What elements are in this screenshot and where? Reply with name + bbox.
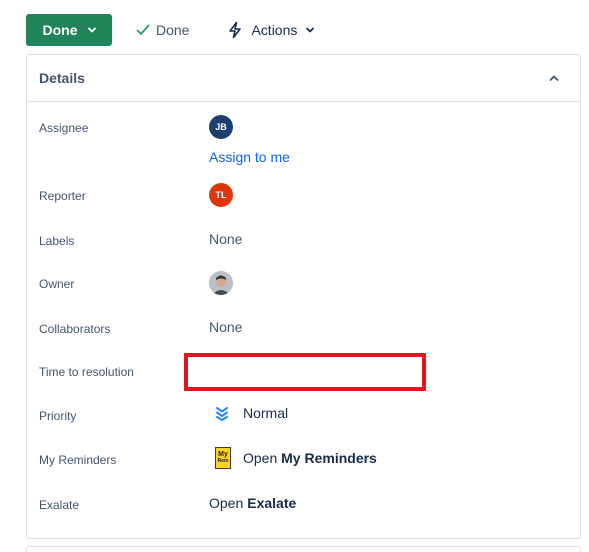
owner-value[interactable] [209,271,233,295]
checkmark-icon [136,24,150,35]
next-panel [26,546,581,552]
my-reminders-name: My Reminders [281,450,377,466]
collaborators-value[interactable]: None [209,319,242,335]
priority-value[interactable]: Normal [215,405,288,421]
done-transition-button[interactable]: Done [136,14,189,46]
field-label: My Reminders [39,453,117,467]
open-prefix: Open [209,495,244,511]
details-title: Details [39,70,85,86]
avatar[interactable] [209,271,233,295]
chevron-up-icon[interactable] [548,72,560,84]
field-label: Owner [39,277,75,291]
field-label: Collaborators [39,322,111,336]
chevron-down-icon [87,27,96,33]
field-label: Labels [39,234,75,248]
actions-label: Actions [251,22,298,38]
details-panel-header[interactable]: Details [27,55,580,102]
exalate-open-link[interactable]: Open Exalate [209,495,296,511]
issue-toolbar: Done Done Actions [26,14,315,46]
app-icon-text: My [218,451,228,458]
priority-label: Normal [243,405,289,421]
field-label: Reporter [39,189,86,203]
avatar[interactable]: JB [209,115,233,139]
chevron-down-icon [306,27,315,33]
assign-to-me-link[interactable]: Assign to me [209,149,290,165]
time-to-resolution-value-box[interactable] [184,353,426,391]
details-panel: Details Assignee JB Assign to me Reporte… [26,54,581,539]
avatar[interactable]: TL [209,183,233,207]
my-reminders-open-link[interactable]: Open My Reminders [243,450,377,466]
status-label: Done [42,22,78,38]
assignee-value[interactable]: JB [209,115,233,139]
priority-normal-icon [216,407,228,421]
labels-value[interactable]: None [209,231,242,247]
exalate-name: Exalate [247,495,297,511]
done-label: Done [156,22,190,38]
field-label: Priority [39,409,77,423]
reporter-value[interactable]: TL [209,183,233,207]
open-prefix: Open [243,450,278,466]
field-label: Exalate [39,498,80,512]
my-reminders-value[interactable]: My Rem Open My Reminders [215,447,377,469]
status-dropdown-button[interactable]: Done [26,14,112,46]
lightning-bolt-icon [229,21,242,39]
my-reminders-app-icon: My Rem [215,447,231,469]
app-icon-text: Rem [217,458,229,464]
field-label: Assignee [39,121,89,135]
actions-dropdown-button[interactable]: Actions [227,14,315,46]
field-label: Time to resolution [39,365,134,379]
person-photo-icon [209,271,233,295]
